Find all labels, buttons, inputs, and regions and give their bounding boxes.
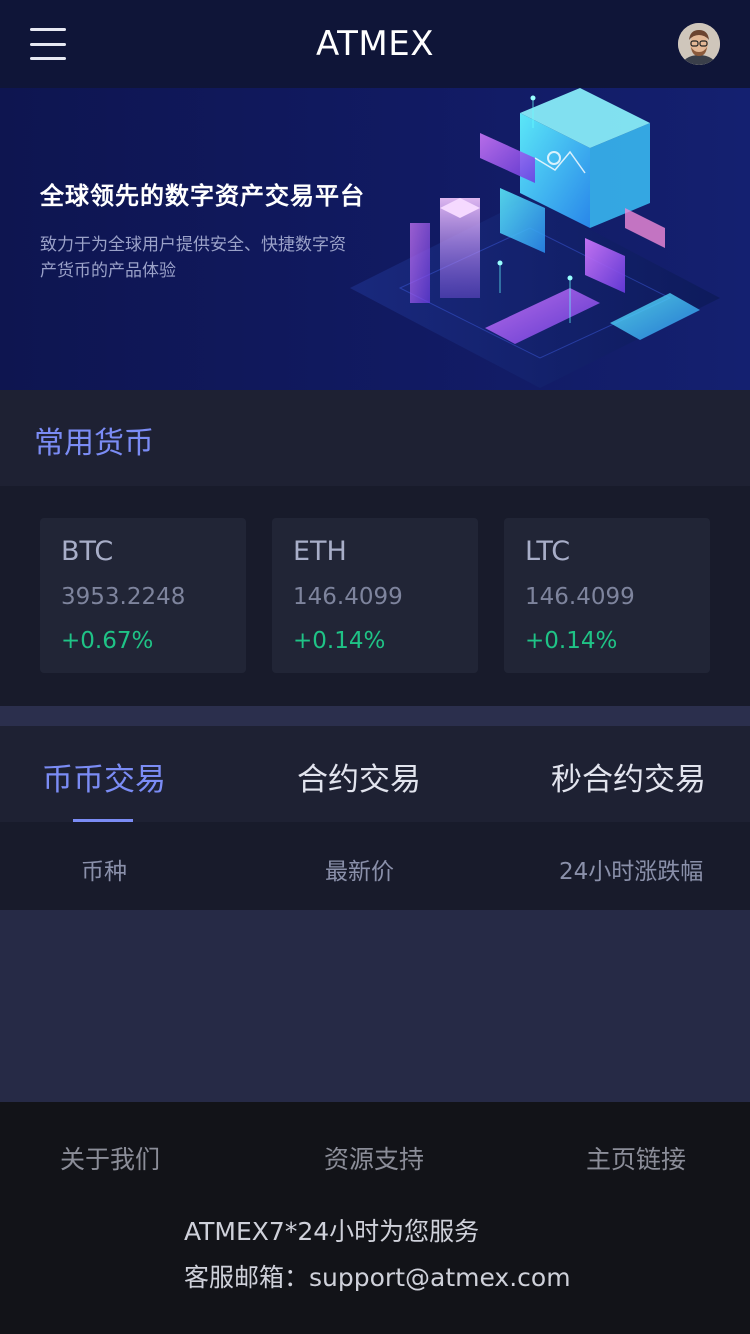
app-title: ATMEX: [316, 24, 434, 64]
coin-symbol: BTC: [61, 536, 114, 567]
banner-description: 致力于为全球用户提供安全、快捷数字资产货币的产品体验: [40, 235, 346, 281]
footer-link-about[interactable]: 关于我们: [60, 1140, 160, 1176]
banner-title: 全球领先的数字资产交易平台: [40, 182, 365, 210]
user-avatar[interactable]: [678, 23, 720, 65]
coin-card-btc[interactable]: BTC 3953.2248 +0.67%: [40, 518, 246, 673]
coin-change: +0.14%: [293, 628, 386, 654]
trade-tabs: 币币交易 合约交易 秒合约交易: [0, 726, 750, 822]
footer: 关于我们 资源支持 主页链接 ATMEX7*24小时为您服务 客服邮箱：supp…: [0, 1102, 750, 1334]
tab-spot-trading[interactable]: 币币交易: [42, 754, 166, 799]
tab-second-contract-trading[interactable]: 秒合约交易: [551, 754, 706, 799]
market-list: [0, 910, 750, 1102]
coin-symbol: LTC: [525, 536, 571, 567]
top-nav-bar: ATMEX: [0, 0, 750, 88]
coin-change: +0.67%: [61, 628, 154, 654]
common-coins-list: BTC 3953.2248 +0.67% ETH 146.4099 +0.14%…: [0, 486, 750, 706]
column-header-24h-change: 24小时涨跌幅: [559, 859, 704, 885]
email-label: 客服邮箱：: [184, 1263, 310, 1292]
support-email-line: 客服邮箱：support@atmex.com: [184, 1258, 571, 1294]
coin-price: 146.4099: [525, 584, 635, 610]
section-title: 常用货币: [34, 426, 154, 461]
coin-symbol: ETH: [293, 536, 347, 567]
section-divider: [0, 706, 750, 726]
column-header-coin: 币种: [81, 859, 127, 885]
common-coins-header: 常用货币: [0, 390, 750, 486]
footer-link-resources[interactable]: 资源支持: [324, 1140, 424, 1176]
isometric-trading-illustration: [350, 88, 720, 388]
hero-banner: 全球领先的数字资产交易平台 致力于为全球用户提供安全、快捷数字资产货币的产品体验: [0, 88, 750, 390]
coin-price: 3953.2248: [61, 584, 186, 610]
market-table-header: 币种 最新价 24小时涨跌幅: [0, 822, 750, 910]
column-header-latest-price: 最新价: [325, 859, 394, 885]
tab-contract-trading[interactable]: 合约交易: [297, 754, 421, 799]
service-hours-text: ATMEX7*24小时为您服务: [184, 1217, 480, 1246]
coin-card-ltc[interactable]: LTC 146.4099 +0.14%: [504, 518, 710, 673]
footer-link-homepage[interactable]: 主页链接: [586, 1140, 686, 1176]
hamburger-menu-icon[interactable]: [30, 28, 66, 60]
support-email-link[interactable]: support@atmex.com: [309, 1263, 571, 1292]
coin-price: 146.4099: [293, 584, 403, 610]
coin-card-eth[interactable]: ETH 146.4099 +0.14%: [272, 518, 478, 673]
coin-change: +0.14%: [525, 628, 618, 654]
